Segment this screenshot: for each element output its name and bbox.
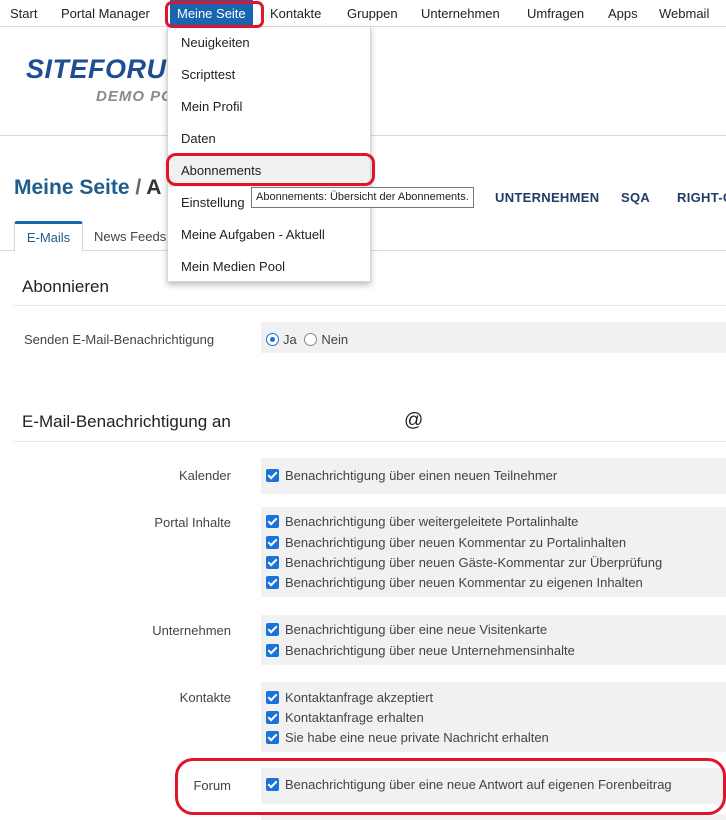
menu-item-meine-aufgaben[interactable]: Meine Aufgaben - Aktuell [168, 219, 370, 251]
checkbox-label[interactable]: Kontaktanfrage erhalten [285, 710, 424, 725]
menu-item-abonnements[interactable]: Abonnements [168, 155, 370, 187]
checkbox-checked-icon[interactable] [266, 623, 279, 636]
checkbox-label[interactable]: Sie habe eine neue private Nachricht erh… [285, 730, 549, 745]
checkbox-checked-icon[interactable] [266, 644, 279, 657]
menu-item-scripttest[interactable]: Scripttest [168, 59, 370, 91]
checkbox-checked-icon[interactable] [266, 778, 279, 791]
logo-subtitle: DEMO PO [96, 88, 174, 105]
nav-portal-manager[interactable]: Portal Manager [61, 0, 150, 27]
checkbox-label[interactable]: Benachrichtigung über neuen Gäste-Kommen… [285, 555, 662, 570]
radio-nein[interactable]: Nein [304, 332, 348, 347]
menu-item-medien-pool[interactable]: Mein Medien Pool [168, 251, 370, 283]
row-box-next [261, 814, 726, 820]
checkbox-checked-icon[interactable] [266, 556, 279, 569]
checkbox-visitenkarte[interactable]: Benachrichtigung über eine neue Visitenk… [266, 620, 547, 640]
checkbox-portal-eigene-inhalte[interactable]: Benachrichtigung über neuen Kommentar zu… [266, 573, 643, 593]
menu-item-mein-profil[interactable]: Mein Profil [168, 91, 370, 123]
checkbox-label[interactable]: Benachrichtigung über einen neuen Teilne… [285, 468, 557, 483]
checkbox-label[interactable]: Kontaktanfrage akzeptiert [285, 690, 433, 705]
page-title-sub: A [146, 176, 162, 199]
checkbox-label[interactable]: Benachrichtigung über eine neue Visitenk… [285, 622, 547, 637]
checkbox-portal-kommentar[interactable]: Benachrichtigung über neuen Kommentar zu… [266, 533, 626, 553]
radio-ja-label[interactable]: Ja [283, 332, 297, 347]
divider [14, 305, 726, 306]
nav-webmail[interactable]: Webmail [659, 0, 709, 27]
label-forum: Forum [193, 778, 231, 793]
checkbox-label[interactable]: Benachrichtigung über neuen Kommentar zu… [285, 575, 643, 590]
tooltip-abonnements: Abonnements: Übersicht der Abonnements. [251, 187, 474, 208]
checkbox-label[interactable]: Benachrichtigung über neuen Kommentar zu… [285, 535, 626, 550]
nav-umfragen[interactable]: Umfragen [527, 0, 584, 27]
page-title-separator: / [135, 176, 142, 199]
checkbox-forum-antwort[interactable]: Benachrichtigung über eine neue Antwort … [266, 775, 672, 795]
secnav-right-c[interactable]: RIGHT-C [677, 190, 726, 205]
radio-ja[interactable]: Ja [266, 332, 297, 347]
checkbox-checked-icon[interactable] [266, 536, 279, 549]
nav-apps[interactable]: Apps [608, 0, 638, 27]
label-kontakte: Kontakte [179, 690, 231, 705]
radio-group-senden: Ja Nein [266, 330, 348, 350]
meine-seite-dropdown: Neuigkeiten Scripttest Mein Profil Daten… [167, 26, 371, 282]
nav-unternehmen[interactable]: Unternehmen [421, 0, 500, 27]
label-senden-email: Senden E-Mail-Benachrichtigung [24, 332, 215, 347]
menu-item-daten[interactable]: Daten [168, 123, 370, 155]
checkbox-checked-icon[interactable] [266, 711, 279, 724]
checkbox-checked-icon[interactable] [266, 691, 279, 704]
radio-nein-label[interactable]: Nein [321, 332, 348, 347]
checkbox-label[interactable]: Benachrichtigung über neue Unternehmensi… [285, 643, 575, 658]
label-portal-inhalte: Portal Inhalte [154, 515, 231, 530]
logo[interactable]: SITEFORU [26, 54, 167, 85]
secnav-sqa[interactable]: SQA [621, 190, 650, 205]
page-title: Meine Seite / A [14, 176, 161, 200]
radio-ja-control[interactable] [266, 333, 279, 346]
tab-emails[interactable]: E-Mails [14, 221, 83, 252]
label-unternehmen: Unternehmen [152, 623, 231, 638]
checkbox-checked-icon[interactable] [266, 731, 279, 744]
label-kalender: Kalender [178, 468, 231, 483]
nav-gruppen[interactable]: Gruppen [347, 0, 398, 27]
checkbox-unternehmensinhalte[interactable]: Benachrichtigung über neue Unternehmensi… [266, 641, 575, 661]
checkbox-label[interactable]: Benachrichtigung über weitergeleitete Po… [285, 514, 578, 529]
checkbox-checked-icon[interactable] [266, 515, 279, 528]
checkbox-checked-icon[interactable] [266, 469, 279, 482]
section-title-notify: E-Mail-Benachrichtigung an [22, 412, 231, 431]
checkbox-kontaktanfrage-erhalten[interactable]: Kontaktanfrage erhalten [266, 708, 424, 728]
checkbox-portal-gaeste-kommentar[interactable]: Benachrichtigung über neuen Gäste-Kommen… [266, 553, 662, 573]
section-title-abonnieren: Abonnieren [22, 277, 109, 296]
divider [14, 441, 726, 442]
nav-start[interactable]: Start [10, 0, 37, 27]
email-at-sign: @ [404, 410, 424, 431]
radio-nein-control[interactable] [304, 333, 318, 346]
nav-kontakte[interactable]: Kontakte [270, 0, 321, 27]
checkbox-kalender-teilnehmer[interactable]: Benachrichtigung über einen neuen Teilne… [266, 466, 557, 486]
page-title-main: Meine Seite [14, 176, 130, 199]
secnav-unternehmen[interactable]: UNTERNEHMEN [495, 190, 599, 205]
checkbox-label[interactable]: Benachrichtigung über eine neue Antwort … [285, 777, 672, 792]
nav-meine-seite[interactable]: Meine Seite [170, 0, 253, 27]
checkbox-private-nachricht[interactable]: Sie habe eine neue private Nachricht erh… [266, 728, 549, 748]
checkbox-kontaktanfrage-akzeptiert[interactable]: Kontaktanfrage akzeptiert [266, 688, 433, 708]
top-navigation: Start Portal Manager Meine Seite Kontakt… [0, 0, 726, 27]
menu-item-neuigkeiten[interactable]: Neuigkeiten [168, 27, 370, 59]
tab-news-feeds[interactable]: News Feeds [94, 221, 166, 251]
checkbox-portal-weitergeleitet[interactable]: Benachrichtigung über weitergeleitete Po… [266, 512, 578, 532]
checkbox-checked-icon[interactable] [266, 576, 279, 589]
